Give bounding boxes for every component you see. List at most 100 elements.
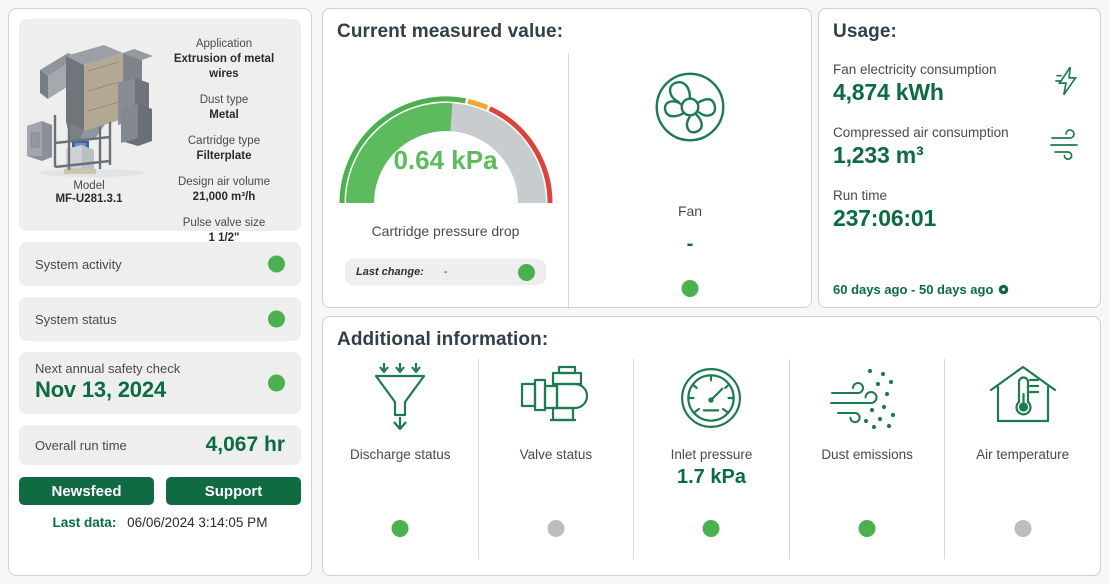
action-button-row: Newsfeed Support [19, 477, 301, 505]
info-label: Inlet pressure [670, 447, 753, 462]
overall-run-time-value: 4,067 hr [205, 433, 285, 456]
usage-item-fan-electricity: Fan electricity consumption 4,874 kWh [833, 62, 1086, 106]
safety-check-label: Next annual safety check [35, 361, 181, 376]
last-data-row: Last data: 06/06/2024 3:14:05 PM [19, 515, 301, 530]
status-label: System status [35, 311, 117, 327]
usage-label: Fan electricity consumption [833, 62, 997, 77]
spec-dust-type: Dust type Metal [159, 93, 289, 123]
measured-split: 0.64 kPa Cartridge pressure drop Last ch… [323, 53, 811, 309]
panel-title: Additional information: [337, 329, 549, 350]
spec-value: Extrusion of metal wires [173, 53, 275, 80]
info-label: Valve status [519, 447, 593, 462]
last-data-value: 06/06/2024 3:14:05 PM [127, 515, 268, 530]
spec-value: Filterplate [196, 150, 252, 162]
info-circle-icon[interactable] [998, 284, 1009, 295]
usage-value: 237:06:01 [833, 205, 937, 231]
info-icon-wrap [828, 359, 906, 437]
last-change-bar: Last change: - [345, 259, 546, 285]
gauge-value: 0.64 kPa [393, 145, 498, 175]
info-icon-wrap [678, 359, 744, 437]
status-label: System activity [35, 256, 122, 272]
spec-label: Application [195, 38, 253, 50]
next-annual-safety-check-card[interactable]: Next annual safety check Nov 13, 2024 [19, 352, 301, 414]
spec-cartridge-type: Cartridge type Filterplate [159, 134, 289, 164]
machine-image: Model MF-U281.3.1 [19, 19, 159, 219]
spec-label: Pulse valve size [182, 217, 266, 229]
additional-information-panel: Additional information: Discharge status [322, 316, 1101, 576]
spec-value: Metal [209, 109, 239, 121]
status-badge [547, 520, 565, 537]
lightning-bolt-icon [1055, 66, 1078, 96]
status-badge [391, 520, 409, 537]
usage-date-range-text: 60 days ago - 50 days ago [833, 282, 994, 297]
machine-overview-panel: Model MF-U281.3.1 Application Extrusion … [8, 8, 312, 576]
status-badge [268, 310, 285, 328]
spec-value: 21,000 m³/h [192, 191, 256, 203]
info-value: 1.7 kPa [677, 466, 746, 488]
status-badge [681, 280, 699, 297]
panel-title: Usage: [833, 21, 897, 42]
model-label: Model [73, 180, 105, 192]
status-row-system-activity[interactable]: System activity [19, 242, 301, 286]
usage-panel: Usage: Fan electricity consumption 4,874… [818, 8, 1101, 308]
info-icon-wrap [987, 359, 1059, 437]
indoor-thermometer-icon [989, 365, 1056, 423]
gauge-caption: Cartridge pressure drop [371, 223, 520, 239]
last-change-label: Last change: [356, 266, 424, 278]
status-row-system-status[interactable]: System status [19, 297, 301, 341]
status-badge [1014, 520, 1032, 537]
info-col-dust-emissions[interactable]: Dust emissions [790, 359, 946, 559]
usage-item-compressed-air: Compressed air consumption 1,233 m³ [833, 125, 1086, 169]
dust-wind-icon [830, 368, 896, 430]
dust-collector-illustration [27, 45, 153, 177]
status-badge [268, 255, 285, 273]
fan-icon-wrap [569, 69, 811, 150]
valve-icon [520, 365, 588, 422]
last-data-label: Last data: [52, 515, 117, 530]
spec-application: Application Extrusion of metal wires [159, 37, 289, 82]
safety-check-date: Nov 13, 2024 [35, 377, 166, 402]
funnel-discharge-icon [375, 363, 426, 431]
info-col-air-temperature[interactable]: Air temperature [945, 359, 1100, 559]
info-col-valve-status[interactable]: Valve status [479, 359, 635, 559]
status-badge [268, 374, 285, 392]
overall-run-time-label: Overall run time [35, 437, 127, 453]
newsfeed-button[interactable]: Newsfeed [19, 477, 154, 505]
info-label: Dust emissions [821, 447, 913, 462]
status-badge [702, 520, 720, 537]
additional-information-grid: Discharge status Valve status Inlet pres… [323, 359, 1100, 559]
spec-label: Cartridge type [187, 135, 261, 147]
info-label: Air temperature [976, 447, 1070, 462]
info-icon-wrap [519, 359, 593, 437]
usage-date-range-link[interactable]: 60 days ago - 50 days ago [833, 282, 1009, 297]
machine-info-card: Model MF-U281.3.1 Application Extrusion … [19, 19, 301, 244]
fan-value: - [686, 233, 694, 255]
dashboard-root: Model MF-U281.3.1 Application Extrusion … [0, 0, 1109, 584]
pressure-gauge-icon [681, 368, 742, 428]
gauge-svg [339, 96, 553, 204]
status-badge [518, 263, 535, 281]
info-icon-wrap [367, 359, 433, 437]
current-measured-value-panel: Current measured value: 0.64 kPa Cartrid… [322, 8, 885, 309]
usage-value: 4,874 kWh [833, 79, 944, 105]
overall-run-time-card: Overall run time 4,067 hr [19, 425, 301, 465]
fan-icon [655, 72, 725, 142]
spec-design-air-volume: Design air volume 21,000 m³/h [159, 175, 289, 205]
wind-icon [1050, 129, 1078, 161]
info-col-inlet-pressure[interactable]: Inlet pressure 1.7 kPa [634, 359, 790, 559]
pressure-gauge [323, 63, 568, 213]
spec-label: Dust type [199, 94, 249, 106]
fan-label: Fan [677, 203, 703, 219]
fan-section: Fan - [568, 53, 811, 309]
support-button[interactable]: Support [166, 477, 301, 505]
info-col-discharge-status[interactable]: Discharge status [323, 359, 479, 559]
status-badge [858, 520, 876, 537]
gauge-section: 0.64 kPa Cartridge pressure drop Last ch… [323, 53, 568, 309]
usage-item-run-time: Run time 237:06:01 [833, 188, 1086, 232]
usage-label: Run time [833, 188, 888, 203]
last-change-value: - [443, 266, 448, 278]
machine-spec-list: Application Extrusion of metal wires Dus… [159, 19, 301, 257]
spec-label: Design air volume [177, 176, 271, 188]
model-value: MF-U281.3.1 [55, 193, 123, 205]
info-label: Discharge status [350, 447, 451, 462]
